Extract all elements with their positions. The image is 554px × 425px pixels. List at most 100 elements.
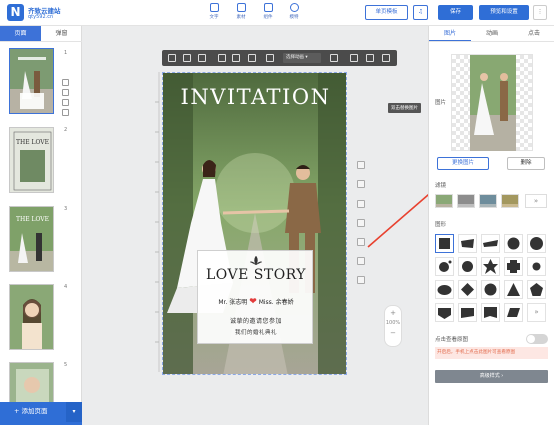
page-number: 4: [64, 284, 68, 290]
shape-flag[interactable]: [481, 303, 500, 322]
view-original-toggle[interactable]: [526, 334, 548, 344]
filter-option[interactable]: [457, 194, 475, 208]
image-preview: [451, 54, 533, 151]
shape-banner[interactable]: [435, 303, 454, 322]
music-button[interactable]: ♫: [413, 5, 428, 20]
filter-option[interactable]: [501, 194, 519, 208]
svg-text:THE LOVE: THE LOVE: [16, 139, 49, 146]
property-panel: 图片 动画 点击 图片 更换图片 删除 滤镜 » 图形 » 点击查看原图 开启后…: [428, 26, 554, 425]
crop-icon[interactable]: [168, 54, 176, 62]
delete-image-button[interactable]: 删除: [507, 157, 545, 170]
align-left-icon[interactable]: [218, 54, 226, 62]
tab-pages[interactable]: 页面: [0, 26, 41, 41]
shape-diamond[interactable]: [458, 280, 477, 299]
page-number: 3: [64, 206, 68, 212]
more-menu-button[interactable]: ⋮: [533, 5, 547, 20]
layer-down-icon[interactable]: [198, 54, 206, 62]
page-thumbnail-1[interactable]: [9, 48, 54, 114]
change-image-button[interactable]: 更换图片: [437, 157, 489, 170]
component-icon: [263, 3, 273, 12]
shape-triangle[interactable]: [504, 280, 523, 299]
shape-mask-icon[interactable]: [248, 54, 256, 62]
page-thumbnail-image: THE LOVE: [10, 128, 53, 192]
lock-icon[interactable]: [350, 54, 358, 62]
copy-page-icon[interactable]: [62, 99, 69, 106]
grid-icon[interactable]: [266, 54, 274, 62]
delete-page-icon[interactable]: [62, 109, 69, 116]
shape-pentagon[interactable]: [527, 280, 546, 299]
layers-icon[interactable]: [357, 257, 365, 265]
view-original-note: 开启后，手机上点击此图片可查看原图: [435, 347, 548, 359]
save-button[interactable]: 保存: [438, 5, 473, 20]
flip-icon[interactable]: [330, 54, 338, 62]
couple-names[interactable]: Mr. 张志明 ❤ Miss. 余春娇: [198, 297, 314, 307]
page-canvas[interactable]: INVITATION LOVE STORY Mr. 张志明 ❤ Miss. 余春…: [162, 72, 347, 375]
filter-label: 滤镜: [435, 183, 447, 189]
text-tool-button[interactable]: 文字: [203, 3, 225, 23]
model-tool-button[interactable]: 模特: [283, 3, 305, 23]
shape-parallelogram[interactable]: [504, 303, 523, 322]
tab-image[interactable]: 图片: [429, 26, 471, 41]
shape-brush-stroke[interactable]: [481, 234, 500, 253]
single-page-template-button[interactable]: 单页模板: [365, 5, 408, 20]
preview-settings-button[interactable]: 预览和设置: [479, 5, 529, 20]
groom-name: Mr. 张志明: [218, 299, 248, 306]
tab-animation[interactable]: 动画: [471, 26, 513, 41]
text-icon: [209, 3, 219, 12]
invitation-line-2[interactable]: 我们的婚礼典礼: [198, 328, 314, 336]
shape-spot[interactable]: [527, 257, 546, 276]
page-thumbnail-2[interactable]: THE LOVE: [9, 127, 54, 193]
filter-option[interactable]: [479, 194, 497, 208]
advanced-style-button[interactable]: 高级样式 ›: [435, 370, 548, 383]
logo-url: qty592.cn: [28, 14, 54, 20]
page-thumbnail-4[interactable]: [9, 284, 54, 350]
shape-circle[interactable]: [481, 280, 500, 299]
zoom-level: 100%: [385, 320, 401, 326]
page-number: 2: [64, 127, 68, 133]
shape-label: 图形: [435, 222, 447, 228]
tab-popups[interactable]: 弹窗: [41, 26, 82, 41]
shape-splatter[interactable]: [435, 257, 454, 276]
add-page-dropdown-icon[interactable]: ▾: [66, 402, 82, 422]
add-page-icon[interactable]: [62, 79, 69, 86]
top-bar: N 齐致云建站 qty592.cn 文字 素材 组件 模特 单页模板 ♫ 保存 …: [0, 0, 554, 26]
page-thumbnail-3[interactable]: THE LOVE: [9, 206, 54, 272]
image-icon: [236, 3, 246, 12]
settings-page-icon[interactable]: [62, 89, 69, 96]
preview-photo: [470, 55, 516, 151]
shape-more-button[interactable]: »: [527, 303, 546, 322]
animation-select[interactable]: 选择动画 ▾: [283, 53, 321, 63]
click-view-original-label: 点击查看原图: [435, 337, 469, 343]
download-icon[interactable]: [357, 276, 365, 284]
left-tabs: 页面 弹窗: [0, 26, 82, 42]
shape-brush[interactable]: [458, 234, 477, 253]
shape-cross[interactable]: [504, 257, 523, 276]
invitation-title[interactable]: INVITATION: [163, 85, 346, 109]
shape-splash[interactable]: [504, 234, 523, 253]
filter-option[interactable]: [435, 194, 453, 208]
zoom-out-button[interactable]: −: [385, 329, 401, 337]
zoom-in-button[interactable]: +: [385, 309, 401, 317]
invitation-line-1[interactable]: 诚挚的邀请您参加: [198, 316, 314, 325]
invitation-card[interactable]: LOVE STORY Mr. 张志明 ❤ Miss. 余春娇 诚挚的邀请您参加 …: [197, 250, 313, 344]
page-number: 5: [64, 362, 68, 368]
page-number: 1: [64, 50, 68, 56]
filter-more-button[interactable]: »: [525, 194, 547, 208]
copy-icon[interactable]: [366, 54, 374, 62]
shape-ink[interactable]: [458, 257, 477, 276]
shape-blob[interactable]: [527, 234, 546, 253]
heart-icon: ❤: [249, 297, 257, 307]
shape-cloud[interactable]: [435, 280, 454, 299]
component-tool-button[interactable]: 组件: [257, 3, 279, 23]
logo-icon: N: [7, 4, 24, 21]
replace-image-tooltip: 双击替换图片: [388, 103, 421, 113]
shape-burst[interactable]: [481, 257, 500, 276]
tab-click[interactable]: 点击: [513, 26, 554, 41]
love-story-heading[interactable]: LOVE STORY: [198, 267, 314, 283]
shape-tag[interactable]: [458, 303, 477, 322]
layer-up-icon[interactable]: [183, 54, 191, 62]
trash-icon[interactable]: [382, 54, 390, 62]
material-tool-button[interactable]: 素材: [230, 3, 252, 23]
shape-square[interactable]: [435, 234, 454, 253]
align-center-icon[interactable]: [232, 54, 240, 62]
